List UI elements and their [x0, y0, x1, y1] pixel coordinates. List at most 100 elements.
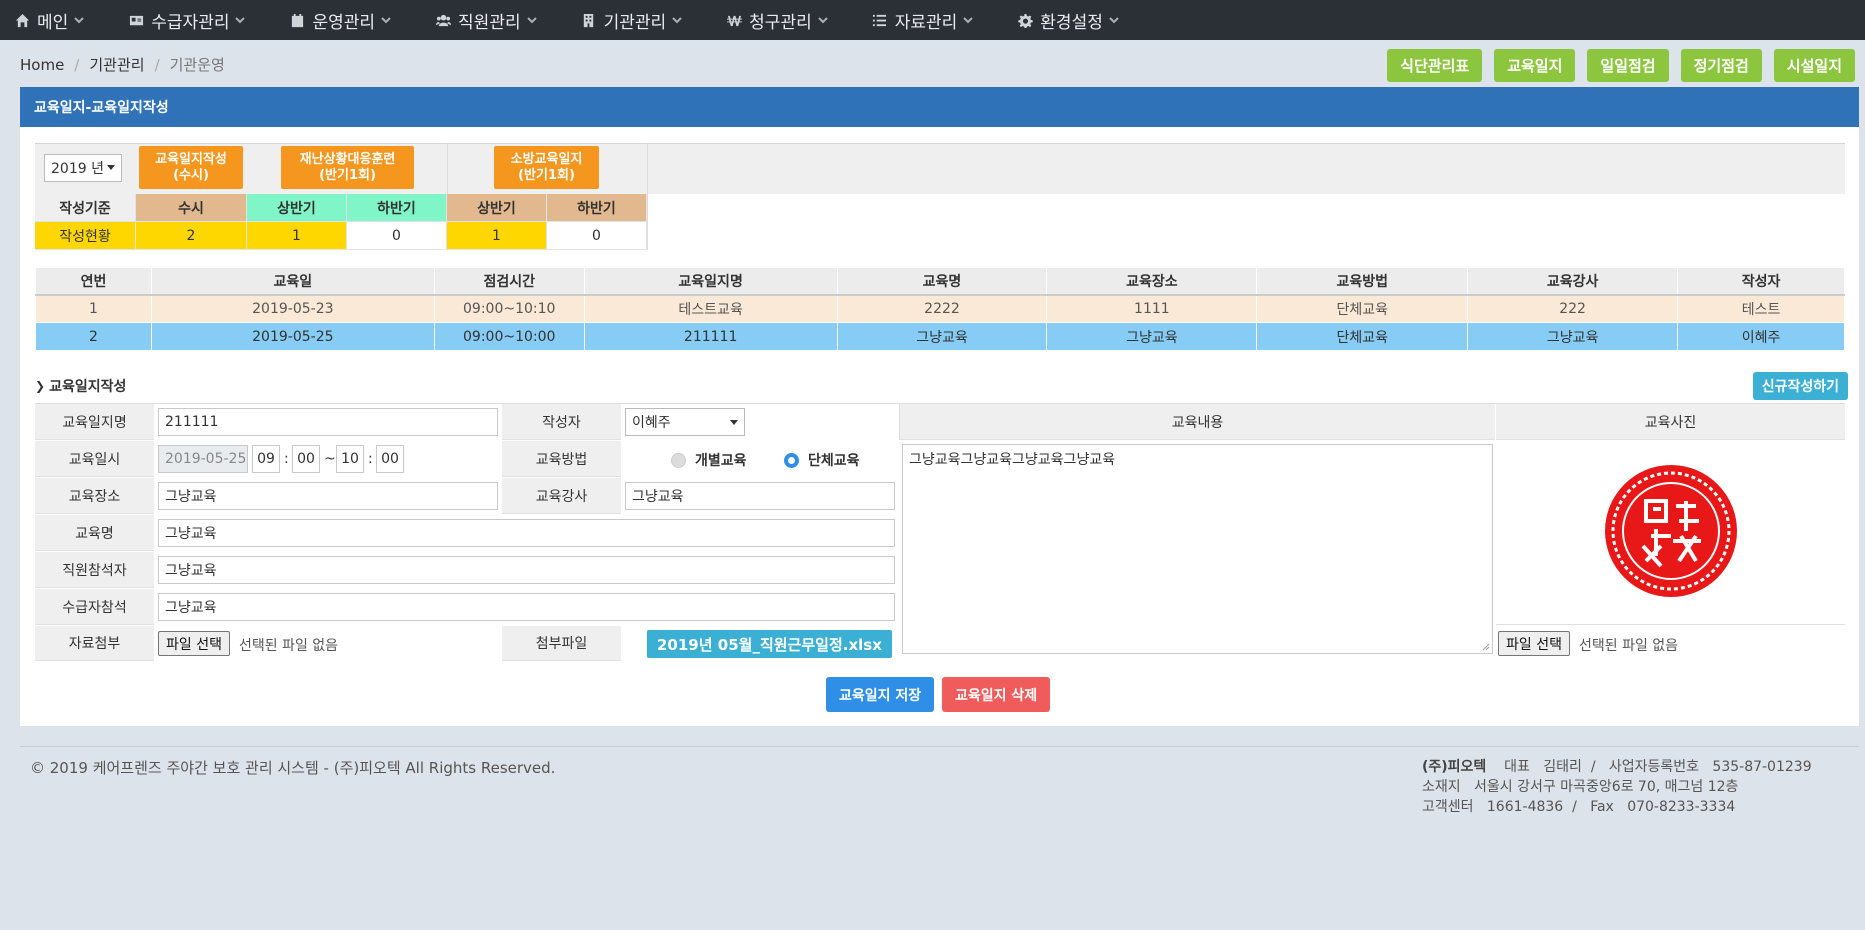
summary-cell: 하반기	[347, 194, 447, 222]
nav-label: 청구관리	[749, 12, 812, 33]
nav-label: 환경설정	[1040, 12, 1103, 33]
nav-item-data[interactable]: 자료관리	[872, 0, 974, 40]
label-teacher: 교육강사	[502, 478, 621, 514]
nav-item-operations[interactable]: 운영관리	[289, 0, 391, 40]
cs-label: 고객센터	[1422, 799, 1474, 815]
start-minute-input[interactable]: 00	[292, 445, 320, 473]
summary-cell: 0	[347, 222, 447, 250]
client-input[interactable]: 그냥교육	[158, 593, 895, 621]
content-textarea[interactable]: 그냥교육그냥교육그냥교육그냥교육	[902, 444, 1493, 654]
facility-log-button[interactable]: 시설일지	[1773, 49, 1855, 82]
save-log-button[interactable]: 교육일지 저장	[826, 677, 935, 712]
button-line: (수시)	[173, 167, 209, 183]
radio-unchecked-icon	[671, 452, 686, 468]
staff-input[interactable]: 그냥교육	[158, 556, 895, 584]
biz-label: 사업자등록번호	[1608, 759, 1700, 775]
nav-item-main[interactable]: 메인	[14, 0, 84, 40]
education-log-button[interactable]: 교육일지	[1494, 49, 1576, 82]
form-section-title: ❯ 교육일지작성	[35, 376, 126, 396]
photo-no-file-text: 선택된 파일 없음	[1579, 638, 1679, 654]
company-line-2: 소재지 서울시 강서구 마곡중앙6로 70, 매그넘 12층	[1422, 777, 1812, 797]
table-cell: 테스트교육	[583, 294, 838, 323]
column-header: 교육장소	[1046, 267, 1258, 296]
chevron-down-icon	[1109, 15, 1119, 25]
table-row[interactable]: 1 2019-05-23 09:00~10:10 테스트교육 2222 1111…	[35, 294, 1845, 323]
chevron-down-icon	[74, 15, 84, 25]
end-hour-input[interactable]: 10	[336, 445, 364, 473]
label-file: 첨부파일	[502, 626, 621, 661]
separator: /	[1572, 799, 1577, 815]
dropdown-arrow-icon	[730, 420, 738, 425]
table-row-selected[interactable]: 2 2019-05-25 09:00~10:00 211111 그냥교육 그냥교…	[35, 322, 1845, 351]
breadcrumb-separator: /	[154, 55, 160, 74]
ceo-label: 대표	[1504, 759, 1530, 775]
breadcrumb-home[interactable]: Home	[20, 56, 64, 74]
nav-item-settings[interactable]: 환경설정	[1017, 0, 1119, 40]
table-cell: 그냥교육	[1046, 322, 1258, 351]
table-cell: 211111	[583, 322, 838, 351]
daily-check-button[interactable]: 일일점검	[1587, 49, 1669, 82]
date-input[interactable]: 2019-05-25	[158, 445, 248, 473]
periodic-check-button[interactable]: 정기점검	[1680, 49, 1762, 82]
nav-item-institution[interactable]: 기관관리	[581, 0, 683, 40]
education-log-form: 교육일지명 교육일시 교육장소 교육명 직원참석자 수급자참석 자료첨부 작성자…	[35, 403, 1845, 661]
edu-log-write-button[interactable]: 교육일지작성 (수시)	[139, 146, 243, 189]
column-header: 교육강사	[1467, 267, 1679, 296]
nav-item-billing[interactable]: 청구관리	[726, 0, 828, 40]
method-group-radio[interactable]: 단체교육	[784, 450, 860, 470]
company-line-3: 고객센터 1661-4836 / Fax 070-8233-3334	[1422, 797, 1812, 817]
button-line: 소방교육일지	[510, 151, 583, 167]
label-writer: 작성자	[502, 404, 621, 440]
label-log-name: 교육일지명	[35, 404, 154, 440]
place-input[interactable]: 그냥교육	[158, 482, 498, 510]
radio-label: 개별교육	[695, 453, 747, 469]
nav-item-clients[interactable]: 수급자관리	[128, 0, 246, 40]
nav-label: 운영관리	[312, 12, 376, 33]
content-text: 그냥교육그냥교육그냥교육그냥교육	[909, 452, 1116, 468]
company-line-1: (주)피오텍 대표 김태리 / 사업자등록번호 535-87-01239	[1422, 757, 1812, 777]
writer-select[interactable]: 이혜주	[625, 408, 745, 436]
label-content: 교육내용	[899, 404, 1495, 440]
summary-cell: 하반기	[547, 194, 647, 222]
table-cell: 그냥교육	[836, 322, 1048, 351]
nav-item-staff[interactable]: 직원관리	[435, 0, 537, 40]
separator: /	[1590, 759, 1596, 775]
photo-choose-file-button[interactable]: 파일 선택	[1498, 631, 1570, 656]
disaster-training-button[interactable]: 재난상황대응훈련 (반기1회)	[281, 146, 414, 189]
choose-file-button[interactable]: 파일 선택	[158, 631, 230, 656]
fire-training-button[interactable]: 소방교육일지 (반기1회)	[494, 146, 599, 189]
section-title-text: 교육일지작성	[49, 379, 127, 395]
label-title: 교육명	[35, 515, 154, 551]
method-individual-radio[interactable]: 개별교육	[671, 450, 747, 470]
time-colon: :	[284, 451, 289, 467]
nav-label: 메인	[37, 12, 69, 33]
delete-log-button[interactable]: 교육일지 삭제	[942, 677, 1051, 712]
title-input[interactable]: 그냥교육	[158, 519, 895, 547]
label-method: 교육방법	[502, 441, 621, 477]
table-cell: 2	[35, 322, 152, 351]
gear-icon	[1017, 12, 1033, 28]
breadcrumb-parent[interactable]: 기관관리	[89, 54, 144, 75]
calendar-icon	[289, 12, 305, 28]
resize-grip-icon[interactable]	[1482, 643, 1490, 651]
end-minute-input[interactable]: 00	[376, 445, 404, 473]
attached-file-download-button[interactable]: 2019년 05월_직원근무일정.xlsx	[647, 630, 892, 658]
meal-plan-button[interactable]: 식단관리표	[1387, 49, 1483, 82]
table-cell: 이혜주	[1677, 322, 1845, 351]
teacher-input[interactable]: 그냥교육	[625, 482, 895, 510]
label-attach: 자료첨부	[35, 626, 154, 661]
address-label: 소재지	[1422, 779, 1461, 795]
year-select[interactable]: 2019 년	[44, 154, 122, 182]
table-cell: 단체교육	[1256, 322, 1469, 351]
breadcrumb-separator: /	[74, 55, 80, 74]
log-name-input[interactable]: 211111	[158, 408, 498, 436]
cs-number: 1661-4836	[1486, 799, 1564, 815]
label-datetime: 교육일시	[35, 441, 154, 477]
address: 서울시 강서구 마곡중앙6로 70, 매그넘 12층	[1474, 779, 1739, 795]
summary-cell: 상반기	[447, 194, 547, 222]
chevron-down-icon	[381, 15, 391, 25]
table-cell: 단체교육	[1256, 294, 1469, 323]
radio-checked-icon	[784, 452, 799, 468]
start-hour-input[interactable]: 09	[252, 445, 280, 473]
new-entry-button[interactable]: 신규작성하기	[1752, 372, 1848, 400]
